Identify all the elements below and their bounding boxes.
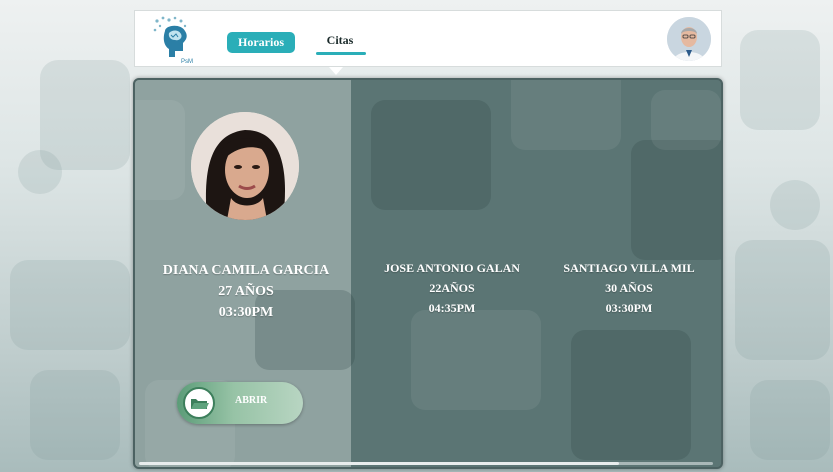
patient-photo (191, 112, 299, 220)
app-logo[interactable]: PsM (151, 15, 199, 65)
tab-pointer-caret (329, 67, 343, 75)
doctor-avatar-image (667, 17, 711, 61)
patient-entry-3[interactable]: SANTIAGO VILLA MIL 30 AÑOS 03:30PM (539, 258, 719, 318)
open-icon-circle (183, 387, 215, 419)
patient-name: DIANA CAMILA GARCIA (162, 263, 330, 278)
top-navbar: PsM Horarios Citas (134, 10, 722, 75)
brain-head-icon: PsM (153, 16, 193, 65)
patient-name: SANTIAGO VILLA MIL (563, 261, 695, 275)
appointments-panel: DIANA CAMILA GARCIA 27 AÑOS 03:30PM JOSE… (133, 78, 723, 469)
tab-citas-label: Citas (326, 33, 354, 47)
patient-name: JOSE ANTONIO GALAN (384, 261, 520, 275)
open-button[interactable]: ABRIR (177, 382, 303, 424)
appointment-time: 04:35PM (428, 301, 476, 315)
scrollbar-thumb[interactable] (139, 462, 619, 465)
appointment-time: 03:30PM (218, 305, 274, 320)
user-avatar[interactable] (667, 17, 711, 61)
active-tab-underline (316, 52, 366, 55)
patient-age: 27 AÑOS (218, 284, 274, 299)
tab-horarios[interactable]: Horarios (227, 32, 295, 53)
patient-age: 30 AÑOS (605, 281, 653, 295)
patient-age: 22AÑOS (429, 281, 475, 295)
open-button-label: ABRIR (235, 395, 268, 406)
tab-citas[interactable]: Citas (311, 31, 369, 55)
appointment-time: 03:30PM (605, 301, 653, 315)
folder-icon (191, 399, 209, 409)
patient-entry-1[interactable]: DIANA CAMILA GARCIA 27 AÑOS 03:30PM (141, 260, 351, 323)
logo-text: PsM (181, 59, 193, 65)
patient-portrait-image (191, 112, 299, 220)
patient-entry-2[interactable]: JOSE ANTONIO GALAN 22AÑOS 04:35PM (367, 258, 537, 318)
